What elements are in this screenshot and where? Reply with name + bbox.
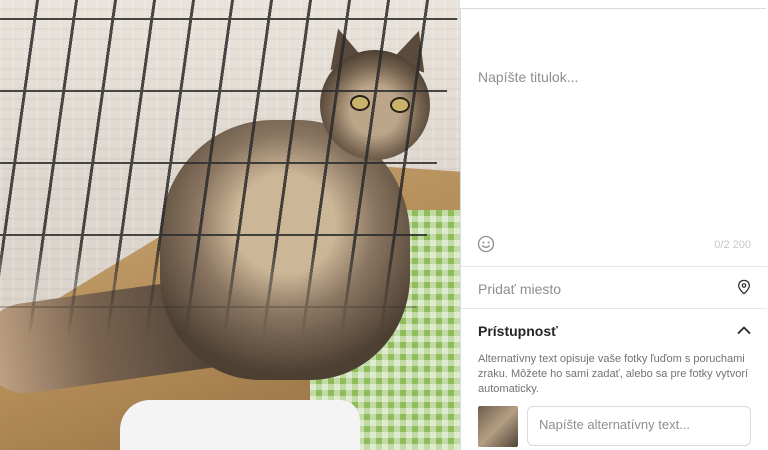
location-input[interactable]: Pridať miesto bbox=[478, 281, 561, 297]
photo-thumbnail bbox=[478, 406, 518, 447]
emoji-icon[interactable] bbox=[477, 235, 495, 253]
chevron-up-icon[interactable] bbox=[737, 325, 751, 335]
cage-bars bbox=[0, 0, 460, 450]
caption-counter: 0/2 200 bbox=[714, 239, 751, 251]
accessibility-heading[interactable]: Prístupnosť bbox=[478, 323, 558, 339]
alt-text-input[interactable]: Napíšte alternatívny text... bbox=[527, 406, 751, 446]
location-pin-icon[interactable] bbox=[736, 278, 752, 296]
photo-preview bbox=[0, 0, 460, 450]
caption-input[interactable]: Napíšte titulok... bbox=[478, 69, 578, 85]
divider bbox=[461, 266, 767, 267]
post-details-panel: Napíšte titulok... 0/2 200 Pridať miesto… bbox=[460, 8, 767, 450]
divider bbox=[461, 308, 767, 309]
accessibility-description: Alternatívny text opisuje vaše fotky ľuď… bbox=[478, 353, 749, 395]
